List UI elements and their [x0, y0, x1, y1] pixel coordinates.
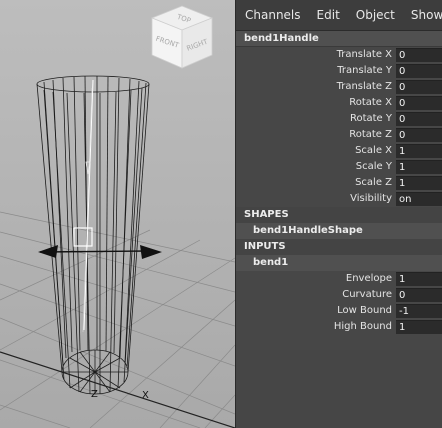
input-attribute-list: Envelope 1 Curvature 0 Low Bound -1 High Bo…: [236, 271, 442, 335]
attr-row-translate-y[interactable]: Translate Y 0: [236, 63, 442, 79]
attr-label: Rotate X: [349, 97, 392, 108]
menu-channels[interactable]: Channels: [245, 8, 301, 22]
attr-label: Envelope: [345, 273, 392, 284]
attr-row-low-bound[interactable]: Low Bound -1: [236, 303, 442, 319]
attr-row-rotate-z[interactable]: Rotate Z 0: [236, 127, 442, 143]
attr-value-field[interactable]: 0: [396, 112, 442, 126]
attr-row-rotate-x[interactable]: Rotate X 0: [236, 95, 442, 111]
attr-label: Low Bound: [337, 305, 392, 316]
ground-grid: [0, 211, 235, 428]
shape-node-name[interactable]: bend1HandleShape: [236, 223, 442, 239]
attr-label: Scale Z: [355, 177, 392, 188]
x-axis-label: X: [142, 390, 149, 401]
attr-row-scale-z[interactable]: Scale Z 1: [236, 175, 442, 191]
z-axis-label: Z: [91, 389, 98, 400]
inputs-section-header: INPUTS: [236, 239, 442, 255]
scene-wireframe[interactable]: Z X TOP FRONT RIGHT: [0, 0, 235, 428]
attr-row-scale-x[interactable]: Scale X 1: [236, 143, 442, 159]
menu-edit[interactable]: Edit: [317, 8, 340, 22]
view-cube[interactable]: TOP FRONT RIGHT: [150, 5, 214, 69]
attr-row-high-bound[interactable]: High Bound 1: [236, 319, 442, 335]
attr-row-scale-y[interactable]: Scale Y 1: [236, 159, 442, 175]
channel-box-menubar: Channels Edit Object Show: [236, 0, 442, 31]
menu-show[interactable]: Show: [411, 8, 442, 22]
attr-row-visibility[interactable]: Visibility on: [236, 191, 442, 207]
attr-row-translate-x[interactable]: Translate X 0: [236, 47, 442, 63]
attr-row-curvature[interactable]: Curvature 0: [236, 287, 442, 303]
attr-label: High Bound: [333, 321, 392, 332]
attr-value-field[interactable]: 0: [396, 96, 442, 110]
attr-label: Visibility: [350, 193, 392, 204]
attr-label: Rotate Z: [349, 129, 392, 140]
attr-label: Translate Y: [337, 65, 392, 76]
viewport-3d[interactable]: Z X TOP FRONT RIGHT: [0, 0, 235, 428]
transform-attribute-list: Translate X 0 Translate Y 0 Translate Z 0 R…: [236, 47, 442, 207]
attr-value-field[interactable]: -1: [396, 304, 442, 318]
attr-value-field[interactable]: 1: [396, 160, 442, 174]
shapes-section-header: SHAPES: [236, 207, 442, 223]
channel-box-content: bend1Handle Translate X 0 Translate Y 0 Tr…: [236, 31, 442, 428]
attr-value-field[interactable]: 1: [396, 320, 442, 334]
channel-box-empty-area: [236, 350, 442, 428]
attr-value-field[interactable]: 1: [396, 272, 442, 286]
attr-value-field[interactable]: on: [396, 192, 442, 206]
attr-row-rotate-y[interactable]: Rotate Y 0: [236, 111, 442, 127]
attr-value-field[interactable]: 0: [396, 128, 442, 142]
attr-label: Rotate Y: [349, 113, 392, 124]
attr-row-envelope[interactable]: Envelope 1: [236, 271, 442, 287]
input-node-name[interactable]: bend1: [236, 255, 442, 271]
attr-label: Scale X: [355, 145, 392, 156]
attr-label: Translate Z: [336, 81, 392, 92]
attr-label: Curvature: [342, 289, 392, 300]
attr-value-field[interactable]: 0: [396, 64, 442, 78]
node-name[interactable]: bend1Handle: [236, 31, 442, 47]
attr-value-field[interactable]: 0: [396, 80, 442, 94]
menu-object[interactable]: Object: [356, 8, 395, 22]
attr-value-field[interactable]: 1: [396, 144, 442, 158]
channel-box-panel: Channels Edit Object Show bend1Handle Tr…: [235, 0, 442, 428]
attr-label: Translate X: [336, 49, 392, 60]
attr-label: Scale Y: [355, 161, 392, 172]
attr-value-field[interactable]: 1: [396, 176, 442, 190]
cylinder-wireframe: [36, 75, 150, 395]
attr-value-field[interactable]: 0: [396, 48, 442, 62]
attr-row-translate-z[interactable]: Translate Z 0: [236, 79, 442, 95]
attr-value-field[interactable]: 0: [396, 288, 442, 302]
